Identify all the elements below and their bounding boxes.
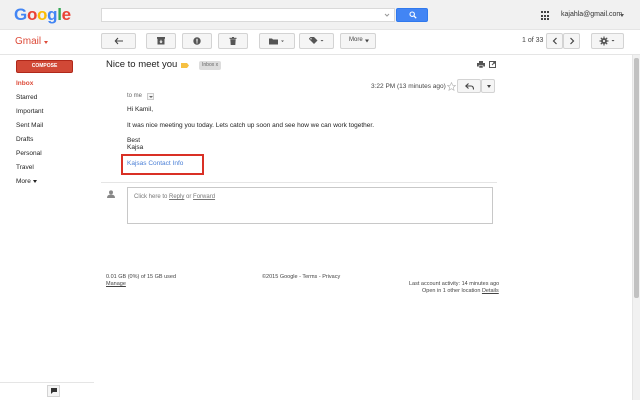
toolbar-divider bbox=[0, 54, 640, 55]
sidebar-item-travel[interactable]: Travel bbox=[16, 164, 34, 171]
sidebar-item-important[interactable]: Important bbox=[16, 108, 43, 115]
older-button[interactable] bbox=[563, 33, 580, 49]
label-chip-remove[interactable]: x bbox=[216, 62, 219, 68]
trash-icon bbox=[229, 37, 237, 45]
chevron-right-icon bbox=[569, 37, 574, 45]
search-button[interactable] bbox=[396, 8, 428, 22]
contact-info-link[interactable]: Kajsas Contact Info bbox=[127, 160, 183, 167]
message-date: 3:22 PM (13 minutes ago) bbox=[371, 83, 446, 90]
reply-hint-or: or bbox=[184, 194, 194, 200]
message-body-line: It was nice meeting you today. Lets catc… bbox=[127, 122, 375, 129]
storage-usage: 0.01 GB (0%) of 15 GB used bbox=[106, 274, 177, 280]
sidebar-item-more[interactable]: More bbox=[16, 178, 37, 185]
apps-grid-icon[interactable] bbox=[541, 11, 551, 21]
search-input[interactable] bbox=[101, 8, 395, 22]
reply-options-chevron-icon bbox=[487, 85, 491, 88]
more-actions-label: More bbox=[349, 37, 363, 43]
gear-icon bbox=[599, 36, 614, 46]
more-chevron-down-icon bbox=[32, 179, 37, 183]
account-chevron-down-icon[interactable] bbox=[620, 14, 624, 17]
more-chevron-down-icon bbox=[365, 39, 369, 43]
gmail-app-label[interactable]: Gmail bbox=[15, 36, 41, 47]
reply-link[interactable]: Reply bbox=[169, 194, 184, 200]
scrollbar-thumb[interactable] bbox=[634, 58, 639, 298]
message-subject: Nice to meet you bbox=[106, 59, 178, 70]
top-header: Google kajahla@gmail.com bbox=[0, 0, 640, 30]
report-spam-icon bbox=[193, 37, 201, 45]
compose-button[interactable]: COMPOSE bbox=[16, 60, 73, 73]
search-options-chevron-icon[interactable] bbox=[383, 11, 391, 19]
search-icon bbox=[409, 11, 417, 19]
logo-letter: e bbox=[61, 5, 71, 24]
activity-details-link[interactable]: Details bbox=[482, 288, 499, 294]
reply-button[interactable] bbox=[457, 79, 481, 93]
forward-link[interactable]: Forward bbox=[193, 194, 215, 200]
google-logo[interactable]: Google bbox=[14, 5, 71, 25]
sidebar-item-sent-mail[interactable]: Sent Mail bbox=[16, 122, 43, 129]
reply-arrow-icon bbox=[465, 83, 474, 90]
message-signature: Kajsa bbox=[127, 144, 144, 151]
chat-button[interactable] bbox=[47, 385, 60, 397]
show-details-button[interactable] bbox=[147, 93, 154, 100]
star-icon[interactable] bbox=[447, 82, 456, 91]
recipient-summary: to me bbox=[127, 93, 143, 99]
account-email[interactable]: kajahla@gmail.com bbox=[561, 11, 622, 18]
settings-button[interactable] bbox=[591, 33, 624, 49]
last-account-activity: Last account activity: 14 minutes ago bbox=[409, 281, 500, 287]
label-chip-text: Inbox bbox=[202, 62, 215, 68]
logo-letter: o bbox=[26, 5, 38, 24]
new-window-icon[interactable] bbox=[489, 61, 496, 68]
message-greeting: Hi Kamil, bbox=[127, 106, 154, 113]
archive-button[interactable] bbox=[146, 33, 176, 49]
archive-icon bbox=[157, 37, 165, 45]
more-actions-button[interactable]: More bbox=[340, 33, 376, 49]
manage-storage-link[interactable]: Manage bbox=[106, 281, 126, 287]
sidebar-item-drafts[interactable]: Drafts bbox=[16, 136, 33, 143]
importance-marker-icon[interactable] bbox=[181, 63, 189, 68]
message-closing: Best bbox=[127, 137, 141, 144]
gmail-chevron-down-icon[interactable] bbox=[44, 41, 48, 44]
sidebar-item-starred[interactable]: Starred bbox=[16, 94, 37, 101]
labels-button[interactable] bbox=[299, 33, 334, 49]
other-location-text: Open in 1 other location bbox=[422, 288, 481, 294]
quick-reply-box[interactable]: Click here to Reply or Forward bbox=[127, 187, 493, 224]
details-chevron-down-icon bbox=[149, 96, 153, 98]
folder-icon bbox=[269, 38, 284, 45]
page-count: 1 of 33 bbox=[522, 37, 544, 44]
back-arrow-icon bbox=[114, 37, 123, 45]
quick-reply-hint: Click here to Reply or Forward bbox=[134, 194, 215, 200]
reply-hint-prefix: Click here to bbox=[134, 194, 170, 200]
sidebar-more-label: More bbox=[16, 178, 31, 185]
chevron-left-icon bbox=[552, 37, 557, 45]
logo-letter: o bbox=[37, 5, 48, 24]
reply-options-button[interactable] bbox=[481, 79, 495, 93]
footer-copyright-links[interactable]: ©2015 Google - Terms - Privacy bbox=[262, 274, 340, 280]
other-location-info: Open in 1 other location Details bbox=[422, 288, 499, 294]
inbox-label-chip[interactable]: Inbox x bbox=[199, 61, 222, 70]
report-spam-button[interactable] bbox=[182, 33, 212, 49]
sidebar-bottom-divider bbox=[0, 382, 94, 383]
chat-bubble-icon bbox=[51, 388, 57, 394]
sidebar-item-inbox[interactable]: Inbox bbox=[16, 80, 33, 87]
sidebar-item-personal[interactable]: Personal bbox=[16, 150, 42, 157]
logo-letter: G bbox=[14, 5, 27, 24]
message-divider bbox=[101, 182, 497, 183]
delete-button[interactable] bbox=[218, 33, 248, 49]
move-to-button[interactable] bbox=[259, 33, 295, 49]
print-icon[interactable] bbox=[477, 61, 485, 68]
label-tag-icon bbox=[308, 37, 323, 44]
logo-letter: g bbox=[47, 5, 58, 24]
user-avatar-icon bbox=[107, 190, 115, 198]
back-button[interactable] bbox=[101, 33, 136, 49]
newer-button[interactable] bbox=[546, 33, 563, 49]
